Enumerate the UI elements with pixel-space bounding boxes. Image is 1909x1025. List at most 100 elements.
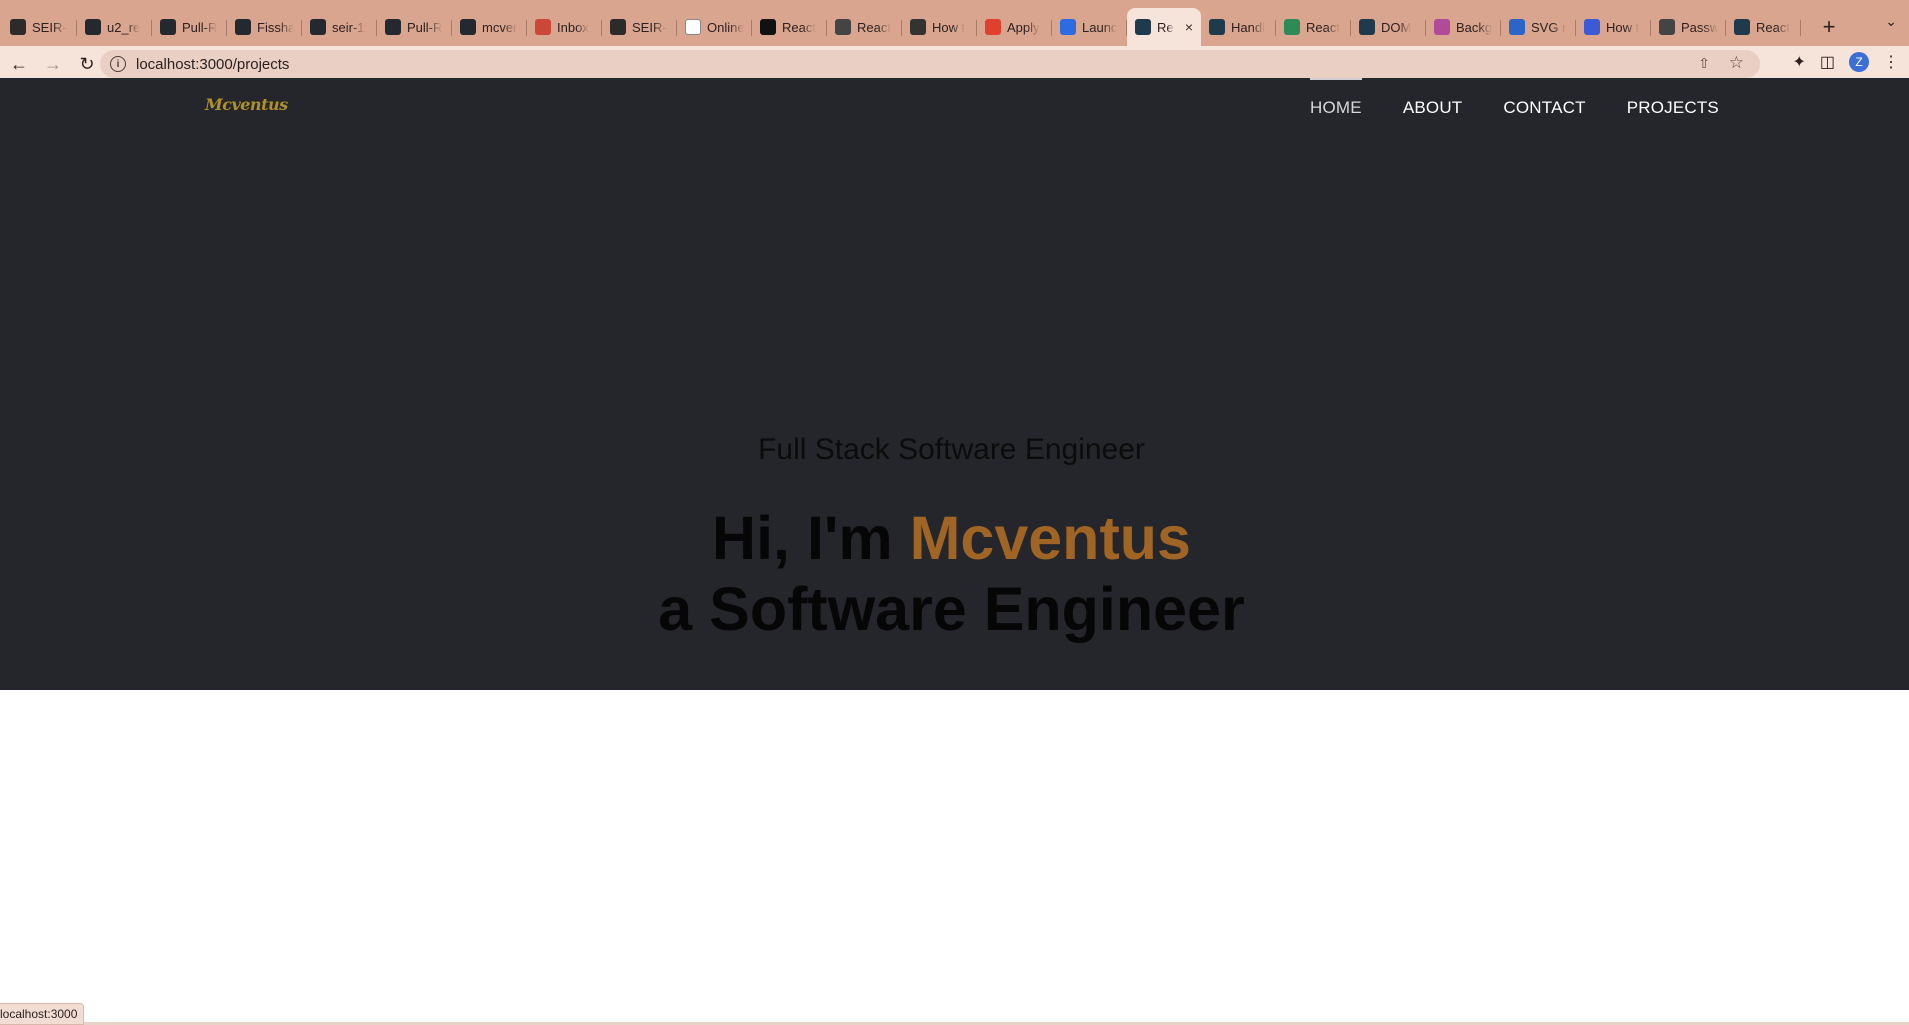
browser-tab[interactable]: How t bbox=[1576, 8, 1651, 46]
tab-title: How t bbox=[932, 19, 966, 35]
tab-close-icon[interactable]: × bbox=[1185, 19, 1193, 35]
tab-favicon-icon bbox=[1060, 19, 1076, 35]
hero-name: Mcventus bbox=[909, 504, 1191, 572]
new-tab-button[interactable]: + bbox=[1811, 8, 1847, 46]
tab-title: Handl bbox=[1231, 19, 1265, 35]
tab-favicon-icon bbox=[1135, 19, 1151, 35]
browser-tab[interactable]: SVG r bbox=[1501, 8, 1576, 46]
tab-favicon-icon bbox=[760, 19, 776, 35]
side-panel-icon[interactable]: ◫ bbox=[1820, 52, 1835, 72]
hero-section: Mcventus HOME ABOUT CONTACT PROJECTS Ful… bbox=[0, 78, 1909, 690]
tab-favicon-icon bbox=[1584, 19, 1600, 35]
url-text: localhost:3000/projects bbox=[136, 55, 290, 73]
nav-contact[interactable]: CONTACT bbox=[1503, 78, 1585, 138]
tab-favicon-icon bbox=[910, 19, 926, 35]
browser-tab[interactable]: Pull-R bbox=[377, 8, 452, 46]
browser-tab[interactable]: SEIR- bbox=[2, 8, 77, 46]
browser-tab[interactable]: Handl bbox=[1201, 8, 1276, 46]
tab-title: React bbox=[857, 19, 891, 35]
browser-tab[interactable]: Passw bbox=[1651, 8, 1726, 46]
tab-favicon-icon bbox=[610, 19, 626, 35]
hero-subtitle: Full Stack Software Engineer bbox=[758, 433, 1145, 466]
page-viewport: Mcventus HOME ABOUT CONTACT PROJECTS Ful… bbox=[0, 78, 1909, 1025]
browser-tab[interactable]: Pull-R bbox=[152, 8, 227, 46]
browser-tab[interactable]: Launc bbox=[1052, 8, 1127, 46]
browser-tab[interactable]: SEIR- bbox=[602, 8, 677, 46]
browser-tab[interactable]: React bbox=[1726, 8, 1801, 46]
tab-title: Fissha bbox=[257, 19, 294, 35]
tab-search-icon[interactable]: ⌄ bbox=[1885, 13, 1897, 30]
tab-title: Online bbox=[707, 19, 744, 35]
tab-title: Passw bbox=[1681, 19, 1718, 35]
tab-title: Backg bbox=[1456, 19, 1493, 35]
extensions-icon[interactable]: ✦ bbox=[1792, 52, 1805, 72]
tab-favicon-icon bbox=[985, 19, 1001, 35]
tab-title: seir-1 bbox=[332, 19, 365, 35]
tab-favicon-icon bbox=[1509, 19, 1525, 35]
tab-favicon-icon bbox=[235, 19, 251, 35]
forward-button[interactable]: → bbox=[38, 49, 68, 79]
browser-tab[interactable]: React bbox=[1276, 8, 1351, 46]
browser-tab[interactable]: u2_re bbox=[77, 8, 152, 46]
share-icon[interactable]: ⇧ bbox=[1698, 55, 1710, 72]
tab-title: SEIR- bbox=[632, 19, 667, 35]
back-button[interactable]: ← bbox=[4, 49, 34, 79]
browser-tab[interactable]: Backg bbox=[1426, 8, 1501, 46]
tab-title: Re bbox=[1157, 19, 1174, 35]
tab-favicon-icon bbox=[1284, 19, 1300, 35]
tab-title: mcver bbox=[482, 19, 518, 35]
profile-avatar[interactable]: Z bbox=[1849, 52, 1869, 72]
hero-greeting: Hi, I'm bbox=[712, 504, 910, 572]
browser-tab[interactable]: Fissha bbox=[227, 8, 302, 46]
tab-favicon-icon bbox=[1734, 19, 1750, 35]
browser-tab[interactable]: DOM bbox=[1351, 8, 1426, 46]
tab-favicon-icon bbox=[835, 19, 851, 35]
tab-title: Pull-R bbox=[407, 19, 443, 35]
tab-title: SVG r bbox=[1531, 19, 1567, 35]
nav-about[interactable]: ABOUT bbox=[1403, 78, 1463, 138]
tab-favicon-icon bbox=[385, 19, 401, 35]
status-bar-url: localhost:3000 bbox=[0, 1003, 85, 1025]
tab-title: u2_re bbox=[107, 19, 141, 35]
browser-tab[interactable]: React bbox=[827, 8, 902, 46]
site-logo[interactable]: Mcventus bbox=[205, 95, 288, 114]
browser-tab[interactable]: Apply bbox=[977, 8, 1052, 46]
browser-tab[interactable]: seir-1 bbox=[302, 8, 377, 46]
address-bar[interactable]: i localhost:3000/projects ⇧ ☆ bbox=[100, 50, 1760, 78]
tab-title: React bbox=[1306, 19, 1340, 35]
hero-line2: a Software Engineer bbox=[658, 575, 1245, 643]
browser-tab[interactable]: React bbox=[752, 8, 827, 46]
tab-title: Apply bbox=[1007, 19, 1040, 35]
tab-favicon-icon bbox=[1209, 19, 1225, 35]
tab-title: Launc bbox=[1082, 19, 1118, 35]
tab-favicon-icon bbox=[1659, 19, 1675, 35]
tab-favicon-icon bbox=[685, 19, 701, 35]
browser-menu-icon[interactable]: ⋮ bbox=[1883, 52, 1899, 72]
nav-home[interactable]: HOME bbox=[1310, 78, 1362, 138]
site-info-icon[interactable]: i bbox=[110, 56, 126, 72]
tab-strip: SEIR-u2_re Pull-R Fissha seir-1 Pull-R mcver I… bbox=[0, 0, 1909, 46]
tab-title: How t bbox=[1606, 19, 1640, 35]
nav-projects[interactable]: PROJECTS bbox=[1627, 78, 1719, 138]
main-nav: HOME ABOUT CONTACT PROJECTS bbox=[1310, 78, 1760, 138]
tab-list: SEIR-u2_re Pull-R Fissha seir-1 Pull-R mcver I… bbox=[2, 8, 1801, 46]
tab-title: SEIR- bbox=[32, 19, 67, 35]
tab-title: Inbox bbox=[557, 19, 589, 35]
hero-headline: Hi, I'm Mcventus a Software Engineer bbox=[0, 503, 1903, 645]
tab-title: DOM bbox=[1381, 19, 1412, 35]
reload-button[interactable]: ↻ bbox=[72, 49, 102, 79]
bookmark-star-icon[interactable]: ☆ bbox=[1729, 53, 1744, 73]
tab-favicon-icon bbox=[460, 19, 476, 35]
tab-favicon-icon bbox=[85, 19, 101, 35]
tab-favicon-icon bbox=[1434, 19, 1450, 35]
browser-tab[interactable]: How t bbox=[902, 8, 977, 46]
browser-tab[interactable]: Online bbox=[677, 8, 752, 46]
browser-tab[interactable]: mcver bbox=[452, 8, 527, 46]
browser-tab[interactable]: Re × bbox=[1127, 8, 1201, 46]
browser-tab[interactable]: Inbox bbox=[527, 8, 602, 46]
tab-title: React bbox=[782, 19, 816, 35]
browser-toolbar: ← → ↻ i localhost:3000/projects ⇧ ☆ ✦ ◫ … bbox=[0, 46, 1909, 82]
tab-favicon-icon bbox=[535, 19, 551, 35]
tab-favicon-icon bbox=[10, 19, 26, 35]
tab-title: Pull-R bbox=[182, 19, 218, 35]
